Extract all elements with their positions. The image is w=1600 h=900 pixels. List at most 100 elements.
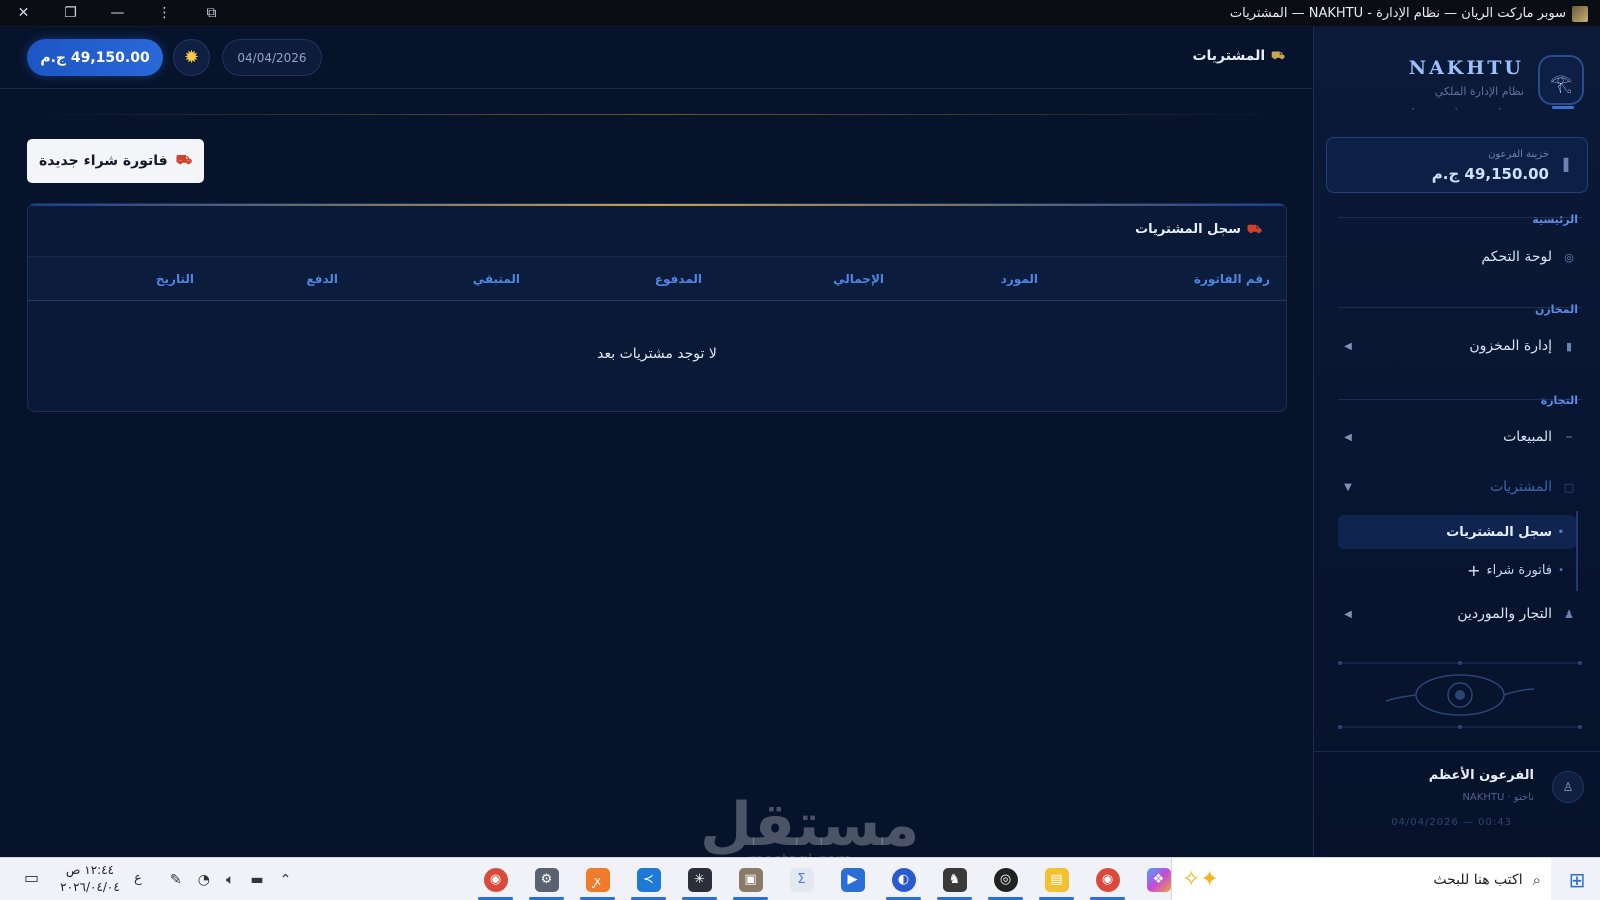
- battery-icon[interactable]: ▬: [250, 872, 263, 888]
- restore-icon[interactable]: ❐: [47, 0, 94, 27]
- brand: 𓂀 NAKHTU نظام الإدارة الملكي • • •: [1329, 43, 1584, 123]
- sidebar-item-label: المشتريات: [1489, 479, 1552, 495]
- taskbar: ▭ ١٢:٤٤ ص ٢٠٢٦/٠٤/٠٤ ع ✎ ◔ 🔈︎ ▬ ⌃ ◉ ⚙ ꭙ …: [0, 857, 1600, 900]
- pen-icon[interactable]: ✎: [170, 872, 182, 888]
- theme-toggle-sun-icon[interactable]: ✹: [173, 39, 210, 76]
- chevron-left-icon: ◀: [1344, 608, 1352, 620]
- profile-role: ناختو · NAKHTU: [1462, 792, 1534, 803]
- page-title-area: ⛟ المشتريات: [1192, 48, 1285, 64]
- balance-pill[interactable]: 49,150.00 ج.م: [27, 39, 163, 76]
- column-header-remaining[interactable]: المتبقي: [473, 272, 520, 286]
- column-header-invoice-number[interactable]: رقم الفاتورة: [1194, 272, 1270, 286]
- taskbar-app-browser[interactable]: ◐: [878, 858, 929, 900]
- taskbar-app-game[interactable]: ♞: [929, 858, 980, 900]
- chevron-left-icon: ◀: [1344, 431, 1352, 443]
- clock-time: ١٢:٤٤ ص: [65, 863, 115, 877]
- dashboard-icon: ◎: [1564, 250, 1574, 264]
- new-purchase-invoice-button[interactable]: ⛟ فاتورة شراء جديدة: [27, 139, 204, 183]
- taskbar-clock[interactable]: ١٢:٤٤ ص ٢٠٢٦/٠٤/٠٤: [58, 862, 122, 896]
- sidebar-item-label: المبيعات: [1503, 429, 1552, 445]
- windows-start-icon[interactable]: ⊞: [1554, 858, 1600, 900]
- folder-icon: ▤: [1044, 867, 1069, 892]
- date-pill: 04/04/2026: [222, 39, 322, 76]
- page-title: المشتريات: [1192, 48, 1266, 64]
- window-title-area: سوبر ماركت الريان — نظام الإدارة - NAKHT…: [1230, 0, 1588, 27]
- language-indicator[interactable]: ع: [134, 871, 142, 886]
- new-purchase-invoice-label: فاتورة شراء جديدة: [38, 153, 168, 169]
- empty-state-message: لا توجد مشتريات بعد: [597, 346, 717, 362]
- brand-name: NAKHTU: [1408, 57, 1524, 79]
- taskbar-app-vscode[interactable]: ≺: [623, 858, 674, 900]
- chrome-icon: ◉: [483, 867, 508, 892]
- column-header-total[interactable]: الإجمالي: [833, 272, 884, 286]
- minimize-icon[interactable]: —: [94, 0, 141, 27]
- taskbar-app-settings[interactable]: ⚙: [521, 858, 572, 900]
- volume-icon[interactable]: 🔈︎: [226, 872, 234, 888]
- sidebar-item-label: لوحة التحكم: [1481, 249, 1552, 265]
- clock-date: ٢٠٢٦/٠٤/٠٤: [60, 880, 120, 894]
- chevron-up-icon[interactable]: ⌃: [280, 872, 292, 888]
- taskbar-app-files[interactable]: ▤: [1031, 858, 1082, 900]
- sidebar-item-label: إدارة المخزون: [1469, 338, 1552, 354]
- chat-icon: ◎: [993, 867, 1018, 892]
- taskbar-app-terminal[interactable]: Σ: [776, 858, 827, 900]
- play-icon: ▶: [840, 867, 865, 892]
- taskbar-app-image[interactable]: ✳: [674, 858, 725, 900]
- sidebar-item-inventory[interactable]: ▮ إدارة المخزون ◀: [1338, 327, 1582, 365]
- image-app-icon: ✳: [687, 867, 712, 892]
- card-accent-line: [28, 204, 1286, 206]
- taskbar-app-media[interactable]: ▶: [827, 858, 878, 900]
- submenu-indicator: [1576, 511, 1578, 591]
- sidebar: 𓂀 NAKHTU نظام الإدارة الملكي • • • ▌ خزي…: [1313, 27, 1600, 857]
- sales-icon: ⎯: [1566, 430, 1572, 443]
- submenu-item-purchase-log[interactable]: • سجل المشتريات: [1338, 515, 1576, 549]
- taskbar-app-chrome-profile[interactable]: ◉: [470, 858, 521, 900]
- chrome-icon: ◉: [1095, 867, 1120, 892]
- column-header-supplier[interactable]: المورد: [1001, 272, 1038, 286]
- submenu-item-purchase-invoice[interactable]: • فاتورة شراء +: [1338, 553, 1576, 587]
- xampp-icon: ꭙ: [585, 867, 610, 892]
- profile-timestamp: 04/04/2026 — 00:43: [1391, 817, 1512, 828]
- window-title: سوبر ماركت الريان — نظام الإدارة - NAKHT…: [1229, 6, 1566, 21]
- vscode-icon: ≺: [636, 867, 661, 892]
- sidebar-item-purchases[interactable]: □ المشتريات ▼: [1338, 468, 1582, 506]
- sidebar-item-sales[interactable]: ⎯ المبيعات ◀: [1338, 418, 1582, 456]
- taskbar-apps: ◉ ⚙ ꭙ ≺ ✳ ▣ Σ ▶ ◐ ♞ ◎ ▤ ◉ ❖: [470, 858, 1184, 900]
- profile-name: الفرعون الأعظم: [1428, 768, 1534, 783]
- chevron-down-icon: ▼: [1344, 481, 1352, 493]
- pharaoh-logo-icon[interactable]: 𓂀: [1538, 55, 1584, 109]
- taskbar-search-box[interactable]: ⌕ اكتب هنا للبحث ✦✧: [1171, 858, 1551, 900]
- extension-icon[interactable]: ⧉: [188, 0, 235, 27]
- section-label-main: الرئيسية: [1532, 213, 1578, 226]
- browser-icon: ◐: [891, 867, 916, 892]
- taskbar-app-chat[interactable]: ◎: [980, 858, 1031, 900]
- truck-icon: ⛟: [175, 152, 193, 168]
- top-header: ⛟ المشتريات 04/04/2026 ✹ 49,150.00 ج.م: [0, 27, 1313, 89]
- close-icon[interactable]: ✕: [0, 0, 47, 27]
- user-avatar-icon[interactable]: ♙: [1552, 771, 1584, 803]
- bullet-icon: •: [1558, 564, 1564, 576]
- taskbar-app-photo[interactable]: ▣: [725, 858, 776, 900]
- column-header-payment[interactable]: الدفع: [306, 272, 338, 286]
- sidebar-item-suppliers[interactable]: ♟ التجار والموردين ◀: [1338, 595, 1582, 633]
- more-options-icon[interactable]: ⋮: [141, 0, 188, 27]
- notification-icon[interactable]: ▭: [24, 868, 39, 887]
- treasury-box: ▌ خزينة الفرعون 49,150.00 ج.م: [1326, 137, 1588, 193]
- column-header-paid[interactable]: المدفوع: [655, 272, 702, 286]
- copilot-icon: ❖: [1146, 867, 1171, 892]
- purchases-icon: □: [1563, 480, 1575, 494]
- inventory-icon: ▮: [1565, 339, 1573, 353]
- window-titlebar: ✕ ❐ — ⋮ ⧉ سوبر ماركت الريان — نظام الإدا…: [0, 0, 1600, 27]
- system-tray: ✎ ◔ 🔈︎ ▬ ⌃: [170, 858, 291, 900]
- sidebar-item-dashboard[interactable]: ◎ لوحة التحكم: [1338, 238, 1582, 276]
- column-header-date[interactable]: التاريخ: [156, 272, 194, 286]
- wifi-icon[interactable]: ◔: [198, 872, 210, 888]
- submenu-item-label: فاتورة شراء: [1486, 562, 1552, 578]
- taskbar-app-xampp[interactable]: ꭙ: [572, 858, 623, 900]
- taskbar-app-chrome[interactable]: ◉: [1082, 858, 1133, 900]
- eye-of-horus-decoration: [1338, 661, 1582, 729]
- treasury-icon: ▌: [1563, 158, 1573, 172]
- search-placeholder: اكتب هنا للبحث: [1433, 871, 1523, 888]
- chevron-left-icon: ◀: [1344, 340, 1352, 352]
- gear-icon: ⚙: [534, 867, 559, 892]
